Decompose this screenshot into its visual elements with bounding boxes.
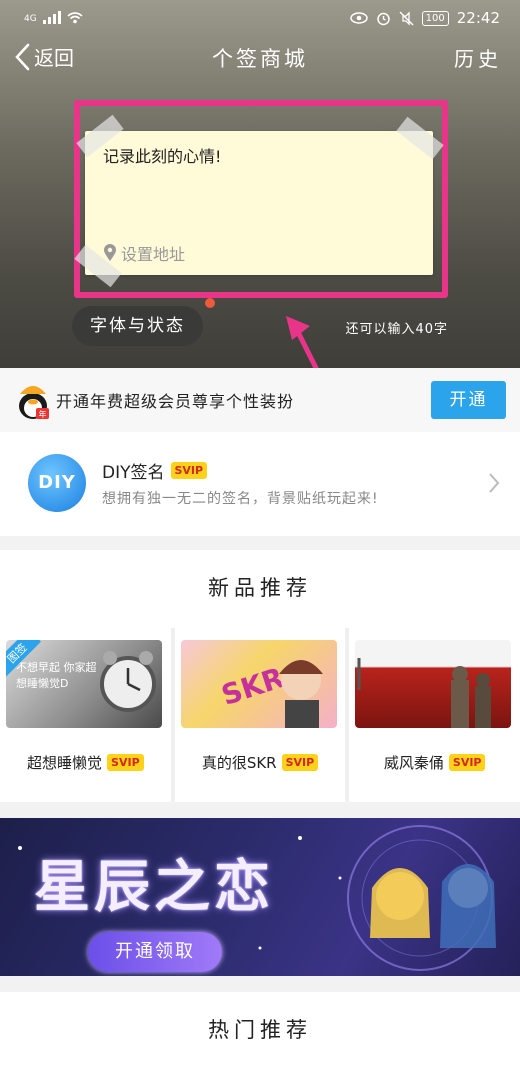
network-type: 4G (24, 14, 37, 24)
font-status-button[interactable]: 字体与状态 (72, 306, 203, 346)
product-card[interactable]: SKR 真的很SKR SVIP (174, 628, 346, 802)
wifi-icon (67, 12, 83, 24)
section-title-new: 新品推荐 (208, 576, 312, 600)
page-title: 个签商城 (212, 47, 308, 71)
diy-subtitle: 想拥有独一无二的签名，背景贴纸玩起来! (102, 491, 379, 507)
alarm-icon (376, 12, 390, 25)
svip-badge: SVIP (170, 462, 208, 479)
product-name: 威风秦俑 (383, 754, 444, 772)
promo-text: 开通年费超级会员尊享个性装扮 (56, 392, 295, 411)
promo-banner[interactable]: 星辰之恋 开通领取 (0, 818, 520, 976)
svip-badge: SVIP (448, 754, 486, 771)
product-name: 真的很SKR (201, 754, 277, 772)
product-thumbnail (355, 640, 512, 728)
product-thumbnail: SKR (180, 640, 337, 728)
banner-claim-button[interactable]: 开通领取 (88, 932, 222, 972)
character-image (278, 660, 323, 728)
product-label: 真的很SKR SVIP (175, 752, 346, 773)
location-label: 设置地址 (121, 245, 186, 264)
new-products-header: 新品推荐 (0, 550, 520, 628)
diy-title: DIY签名 SVIP (102, 458, 208, 483)
status-bar: 4G 100 22:42 (0, 0, 520, 38)
product-card[interactable]: 不想早起 你家超想睡懒觉D 图签 超想睡懒觉 SVIP (0, 628, 171, 802)
indicator-dot (205, 298, 215, 308)
remaining-chars: 还可以输入40字 (345, 322, 448, 337)
signature-note[interactable]: 记录此刻的心情! 设置地址 (74, 114, 444, 288)
open-vip-button[interactable]: 开通 (431, 381, 506, 419)
qq-penguin-icon: 年 (19, 386, 49, 419)
chevron-right-icon (489, 473, 500, 493)
eye-icon (349, 12, 368, 24)
banner-title: 星辰之恋 (34, 854, 274, 920)
top-navbar: 返回 个签商城 历史 (0, 38, 520, 78)
location-pin-icon (104, 244, 116, 261)
thumbnail-caption: 不想早起 你家超想睡懒觉D (16, 661, 97, 690)
diy-title-text: DIY签名 (102, 463, 165, 483)
diy-signature-row[interactable]: DIY DIY签名 SVIP 想拥有独一无二的签名，背景贴纸玩起来! (0, 432, 520, 536)
signature-input[interactable]: 记录此刻的心情! (103, 143, 221, 167)
section-title-hot: 热门推荐 (208, 1018, 312, 1042)
svip-badge: SVIP (107, 754, 144, 771)
signal-icon (42, 10, 61, 24)
svip-badge: SVIP (281, 754, 319, 771)
penguin-badge: 年 (39, 409, 47, 419)
terracotta-warriors-image (357, 658, 492, 728)
history-button[interactable]: 历史 (454, 43, 502, 72)
product-thumbnail: 不想早起 你家超想睡懒觉D 图签 (6, 640, 162, 728)
product-name: 超想睡懒觉 (27, 754, 103, 772)
product-label: 超想睡懒觉 SVIP (0, 752, 171, 773)
new-products-list: 不想早起 你家超想睡懒觉D 图签 超想睡懒觉 SVIP SKR 真的很SKR S… (0, 628, 520, 802)
product-label: 威风秦俑 SVIP (349, 752, 520, 773)
diy-logo: DIY (28, 454, 86, 512)
hot-products-header: 热门推荐 (0, 992, 520, 1080)
mute-icon (399, 10, 414, 26)
set-location-button[interactable]: 设置地址 (103, 241, 185, 265)
clock: 22:42 (456, 9, 500, 27)
product-card[interactable]: 威风秦俑 SVIP (349, 628, 520, 802)
battery-icon: 100 (421, 10, 449, 26)
